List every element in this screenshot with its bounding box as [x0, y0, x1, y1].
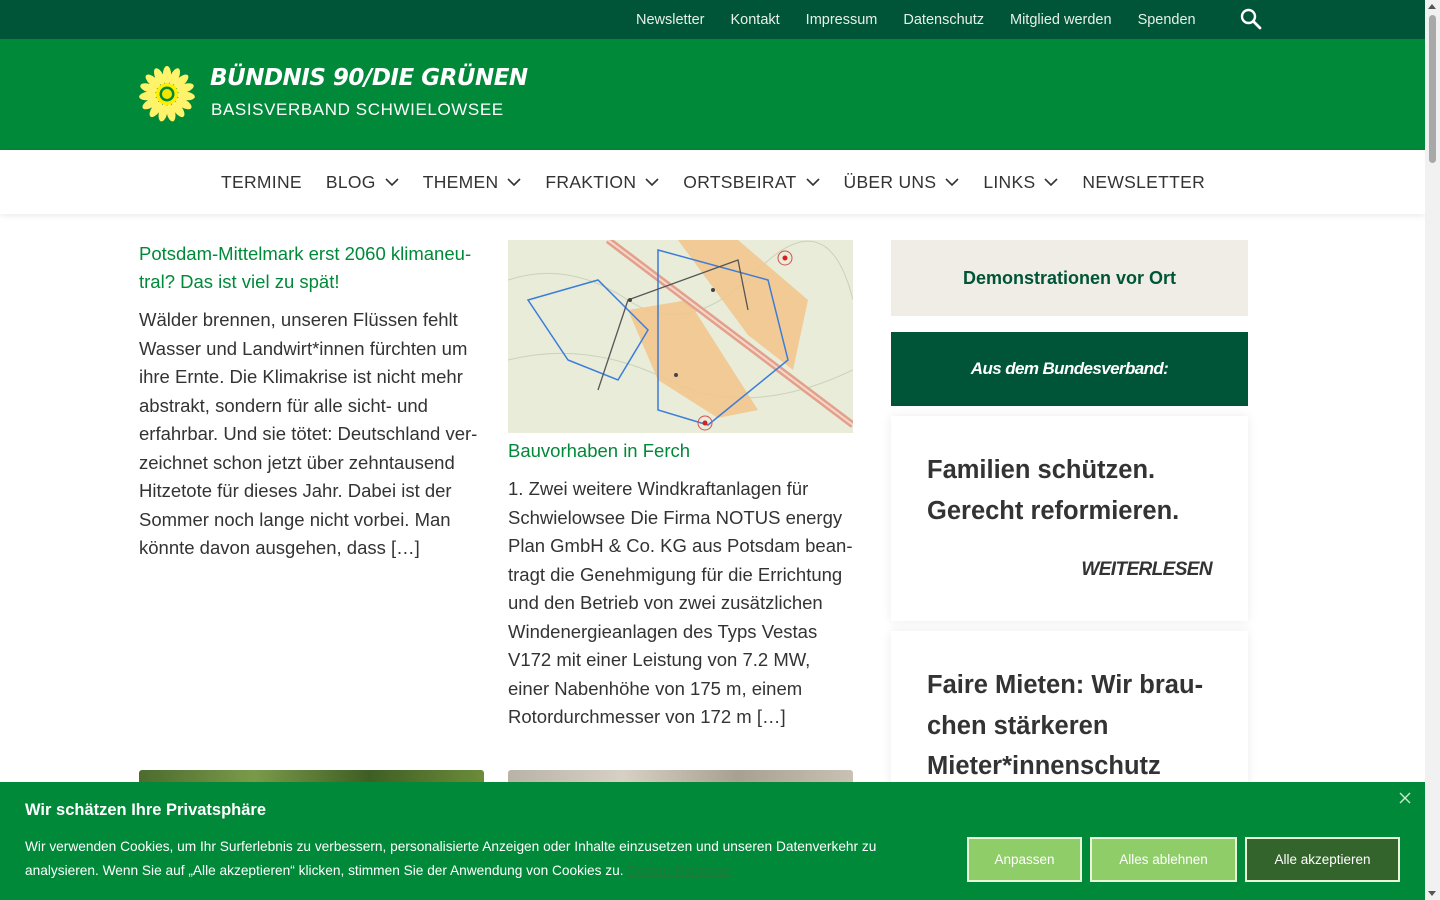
chevron-down-icon [805, 178, 820, 187]
service-nav: Newsletter Kontakt Impressum Datenschutz… [623, 0, 1209, 39]
nav-label: ORTSBEIRAT [683, 171, 797, 192]
post-excerpt: 1. Zwei weitere Windkraftanlagen für Sch… [508, 478, 853, 727]
news-card-title[interactable]: Familien schützen. Gerecht reformieren. [927, 450, 1227, 531]
org-subtitle: BASISVERBAND SCHWIELOWSEE [211, 100, 504, 119]
cookie-text-body: Wir verwenden Cookies, um Ihr Surferlebn… [25, 839, 877, 878]
nav-item-links[interactable]: LINKS [983, 172, 1058, 193]
reject-all-button[interactable]: Alles ablehnen [1090, 837, 1237, 882]
post-title-link[interactable]: Potsdam-Mittelmark erst 2060 klimaneu­tr… [139, 240, 484, 296]
read-more-link[interactable]: WEITERLESEN [1081, 559, 1212, 581]
scroll-up-arrow[interactable] [1428, 4, 1436, 9]
chevron-down-icon [645, 178, 659, 187]
news-card[interactable]: Familien schützen. Gerecht reformieren. … [891, 416, 1248, 621]
nav-label: TERMINE [221, 171, 302, 192]
nav-label: THEMEN [422, 171, 499, 192]
chevron-down-icon [945, 178, 959, 187]
nav-item-newsletter[interactable]: NEWSLETTER [1082, 172, 1205, 193]
service-link-newsletter[interactable]: Newsletter [636, 12, 705, 28]
nav-label: NEWSLETTER [1082, 171, 1206, 192]
org-name[interactable]: BÜNDNIS 90/DIE GRÜNEN [210, 65, 528, 91]
close-icon[interactable] [1397, 790, 1413, 806]
post-card-2: Bauvorhaben in Ferch 1. Zwei weitere Win… [508, 240, 853, 732]
nav-item-themen[interactable]: THEMEN [423, 172, 522, 193]
chevron-down-icon [507, 178, 521, 187]
nav-item-ueber-uns[interactable]: ÜBER UNS [844, 172, 960, 193]
nav-item-ortsbeirat[interactable]: ORTSBEIRAT [683, 171, 820, 193]
service-link-mitglied[interactable]: Mitglied werden [1010, 12, 1112, 28]
nav-label: FRAKTION [545, 171, 637, 192]
site-header: BÜNDNIS 90/DIE GRÜNEN BASISVERBAND SCHWI… [0, 39, 1425, 150]
news-card-title[interactable]: Faire Mieten: Wir brau­chen stärkeren Mi… [927, 665, 1227, 787]
main-nav-list: TERMINE BLOG THEMEN FRAKTION ORTSBEIRAT … [221, 150, 1229, 214]
nav-item-termine[interactable]: TERMINE [221, 172, 302, 193]
chevron-down-icon [385, 178, 399, 187]
page-scrollbar[interactable] [1425, 0, 1440, 900]
nav-label: LINKS [983, 171, 1036, 192]
service-link-kontakt[interactable]: Kontakt [731, 12, 780, 28]
accept-all-button[interactable]: Alle akzeptieren [1245, 837, 1400, 882]
cookie-text: Wir verwenden Cookies, um Ihr Surferlebn… [25, 835, 945, 883]
nav-item-fraktion[interactable]: FRAKTION [545, 172, 659, 193]
scrollbar-thumb[interactable] [1429, 15, 1436, 163]
demonstrations-widget[interactable]: Demonstrationen vor Ort [891, 240, 1248, 316]
main-nav: TERMINE BLOG THEMEN FRAKTION ORTSBEIRAT … [0, 150, 1425, 214]
post-thumbnail-map[interactable] [508, 240, 853, 433]
post-excerpt: Wälder brennen, unseren Flüssen fehlt Wa… [139, 309, 478, 558]
bundesverband-label: Aus dem Bundesverband: [970, 359, 1169, 378]
top-bar: Newsletter Kontakt Impressum Datenschutz… [0, 0, 1425, 39]
cookie-banner: Wir schätzen Ihre Privatsphäre Wir verwe… [0, 782, 1425, 900]
chevron-down-icon [1044, 178, 1058, 187]
nav-label: BLOG [325, 171, 376, 192]
post-title-link[interactable]: Bauvorhaben in Ferch [508, 437, 853, 465]
scroll-down-arrow[interactable] [1428, 891, 1436, 896]
search-icon[interactable] [1240, 8, 1262, 30]
service-link-spenden[interactable]: Spenden [1138, 12, 1196, 28]
service-link-datenschutz[interactable]: Datenschutz [903, 12, 984, 28]
demonstrations-label: Demonstrationen vor Ort [962, 267, 1177, 288]
bundesverband-header: Aus dem Bundesverband: [891, 332, 1248, 406]
nav-item-blog[interactable]: BLOG [326, 172, 399, 193]
nav-label: ÜBER UNS [843, 171, 937, 192]
customize-button[interactable]: Anpassen [967, 837, 1082, 882]
cookie-title: Wir schätzen Ihre Privatsphäre [25, 801, 267, 819]
sunflower-logo[interactable] [139, 66, 195, 122]
cookie-policy-link[interactable]: Cookie-Richtlinie [627, 863, 730, 878]
service-link-impressum[interactable]: Impressum [806, 12, 878, 28]
post-card-1: Potsdam-Mittelmark erst 2060 klimaneu­tr… [139, 240, 484, 563]
